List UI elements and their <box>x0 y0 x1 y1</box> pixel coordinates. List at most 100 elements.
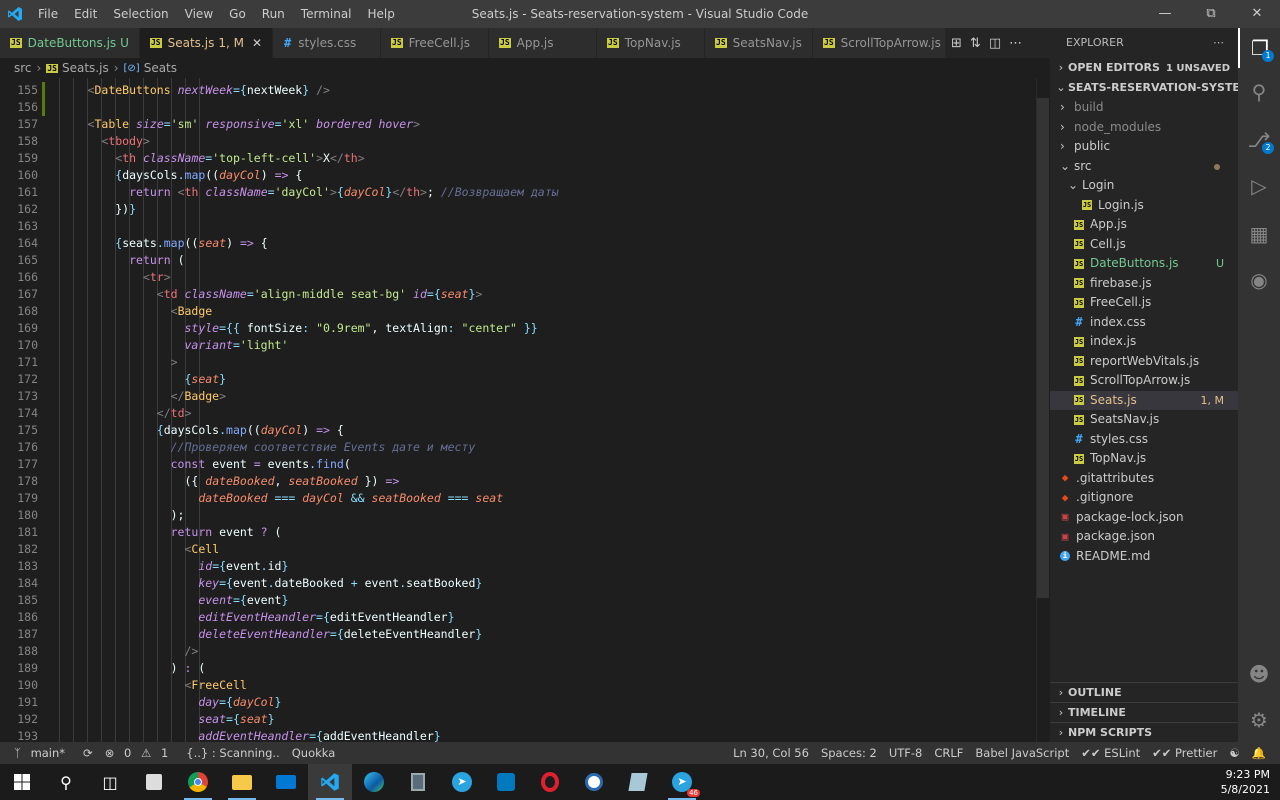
telegram-icon[interactable]: ➤ <box>440 764 484 800</box>
code-line[interactable]: 185 event={event} <box>0 592 1036 609</box>
tab-freecell-js[interactable]: JS FreeCell.js <box>381 28 490 58</box>
source-control-icon[interactable]: ⎇ 2 <box>1238 120 1280 160</box>
code-line[interactable]: 183 id={event.id} <box>0 558 1036 575</box>
opera-icon[interactable] <box>528 764 572 800</box>
code-line[interactable]: 174 </td> <box>0 405 1036 422</box>
explorer-item[interactable]: JS SeatsNav.js <box>1050 410 1238 430</box>
explorer-item[interactable]: JS DateButtons.js U <box>1050 254 1238 274</box>
code-line[interactable]: 189 ) : ( <box>0 660 1036 677</box>
explorer-item[interactable]: # index.css <box>1050 313 1238 333</box>
project-section[interactable]: ⌄ SEATS-RESERVATION-SYSTEM <box>1050 78 1251 98</box>
section-timeline[interactable]: › TIMELINE <box>1050 702 1238 722</box>
vscode-taskbar-icon[interactable] <box>308 764 352 800</box>
tab-datebuttons-js[interactable]: JS DateButtons.js U <box>0 28 140 58</box>
explorer-item[interactable]: › public <box>1050 137 1238 157</box>
branch-status[interactable]: ᛉ main* <box>14 746 71 760</box>
live-share-icon[interactable]: ☯ <box>1229 746 1239 760</box>
mail-icon[interactable] <box>264 764 308 800</box>
code-line[interactable]: 156 <box>0 99 1036 116</box>
code-line[interactable]: 190 <FreeCell <box>0 677 1036 694</box>
explorer-item[interactable]: ⌄ src <box>1050 157 1238 177</box>
explorer-item[interactable]: › build <box>1050 98 1238 118</box>
explorer-item[interactable]: › node_modules <box>1050 118 1238 138</box>
explorer-item[interactable]: JS Seats.js 1, M <box>1050 390 1238 410</box>
explorer-item[interactable]: JS TopNav.js <box>1050 449 1238 469</box>
menu-edit[interactable]: Edit <box>66 0 105 28</box>
search-icon[interactable]: ⚲ <box>44 764 88 800</box>
tab-app-js[interactable]: JS App.js <box>489 28 598 58</box>
code-line[interactable]: 155 <DateButtons nextWeek={nextWeek} /> <box>0 82 1036 99</box>
quokka-status[interactable]: Quokka <box>292 746 336 760</box>
windows-start-icon[interactable] <box>0 764 44 800</box>
code-line[interactable]: 161 return <th className='dayCol'>{dayCo… <box>0 184 1036 201</box>
code-line[interactable]: 160 {daysCols.map((dayCol) => { <box>0 167 1036 184</box>
section-npm-scripts[interactable]: › NPM SCRIPTS <box>1050 722 1238 742</box>
scrollbar-thumb[interactable] <box>1037 98 1049 598</box>
explorer-item[interactable]: ◆ .gitignore <box>1050 488 1238 508</box>
code-line[interactable]: 180 ); <box>0 507 1036 524</box>
code-line[interactable]: 188 /> <box>0 643 1036 660</box>
explorer-item[interactable]: ⌄ Login <box>1050 176 1238 196</box>
trello-icon[interactable] <box>484 764 528 800</box>
extensions-icon[interactable]: ▦ <box>1238 214 1280 254</box>
code-line[interactable]: 163 <box>0 218 1036 235</box>
telegram-desktop-icon[interactable]: ➤ 46 <box>660 764 704 800</box>
menu-help[interactable]: Help <box>360 0 403 28</box>
language-mode[interactable]: Babel JavaScript <box>975 746 1069 760</box>
code-line[interactable]: 182 <Cell <box>0 541 1036 558</box>
code-line[interactable]: 193 addEventHeandler={addEventHeandler} <box>0 728 1036 742</box>
explorer-item[interactable]: JS index.js <box>1050 332 1238 352</box>
code-line[interactable]: 167 <td className='align-middle seat-bg'… <box>0 286 1036 303</box>
code-line[interactable]: 166 <tr> <box>0 269 1036 286</box>
more-actions-icon[interactable]: ⋯ <box>1213 28 1224 58</box>
notifications-icon[interactable]: 🔔 <box>1252 746 1266 760</box>
explorer-item[interactable]: JS App.js <box>1050 215 1238 235</box>
edge-icon[interactable] <box>352 764 396 800</box>
explorer-item[interactable]: # styles.css <box>1050 430 1238 450</box>
calculator-icon[interactable] <box>396 764 440 800</box>
scanning-status[interactable]: {..} : Scanning.. <box>186 746 279 760</box>
search-icon[interactable]: ⚲ <box>1238 72 1280 112</box>
code-line[interactable]: 187 deleteEventHeandler={deleteEventHean… <box>0 626 1036 643</box>
breadcrumb-symbol[interactable]: Seats <box>144 61 177 75</box>
explorer-item[interactable]: ▣ package-lock.json <box>1050 508 1238 528</box>
code-line[interactable]: 162 })} <box>0 201 1036 218</box>
chrome-icon[interactable] <box>176 764 220 800</box>
calculator-app-icon[interactable] <box>132 764 176 800</box>
file-explorer-icon[interactable] <box>220 764 264 800</box>
code-line[interactable]: 178 ({ dateBooked, seatBooked }) => <box>0 473 1036 490</box>
tab-styles-css[interactable]: # styles.css <box>273 28 382 58</box>
explorer-item[interactable]: JS Login.js <box>1050 196 1238 216</box>
open-editors-section[interactable]: › OPEN EDITORS 1 UNSAVED <box>1050 58 1238 78</box>
task-view-icon[interactable]: ◫ <box>88 764 132 800</box>
code-line[interactable]: 186 editEventHeandler={editEventHeandler… <box>0 609 1036 626</box>
problems-status[interactable]: ⊗ 0 ⚠ 1 <box>105 746 175 760</box>
code-line[interactable]: 164 {seats.map((seat) => { <box>0 235 1036 252</box>
open-preview-icon[interactable]: ⊞ <box>951 36 962 51</box>
code-line[interactable]: 177 const event = events.find( <box>0 456 1036 473</box>
explorer-item[interactable]: i README.md <box>1050 547 1238 567</box>
code-line[interactable]: 181 return event ? ( <box>0 524 1036 541</box>
code-line[interactable]: 175 {daysCols.map((dayCol) => { <box>0 422 1036 439</box>
tab-seatsnav-js[interactable]: JS SeatsNav.js <box>705 28 814 58</box>
code-line[interactable]: 172 {seat} <box>0 371 1036 388</box>
explorer-item[interactable]: ▣ package.json <box>1050 527 1238 547</box>
editor-scrollbar[interactable] <box>1036 78 1050 742</box>
menu-terminal[interactable]: Terminal <box>293 0 360 28</box>
cursor-position[interactable]: Ln 30, Col 56 <box>733 746 809 760</box>
code-editor[interactable]: 155 <DateButtons nextWeek={nextWeek} /> 1… <box>0 78 1050 742</box>
explorer-item[interactable]: JS firebase.js <box>1050 274 1238 294</box>
tab-scrolltoparrow-js[interactable]: JS ScrollTopArrow.js <box>813 28 952 58</box>
system-clock[interactable]: 9:23 PM 5/8/2021 <box>1221 764 1270 800</box>
explorer-icon[interactable]: ❐ 1 <box>1238 28 1280 68</box>
code-line[interactable]: 157 <Table size='sm' responsive='xl' bor… <box>0 116 1036 133</box>
code-line[interactable]: 176 //Проверяем соответствие Events дате… <box>0 439 1036 456</box>
explorer-item[interactable]: ◆ .gitattributes <box>1050 469 1238 489</box>
code-line[interactable]: 171 > <box>0 354 1036 371</box>
menu-selection[interactable]: Selection <box>105 0 176 28</box>
vscode-logo-icon[interactable] <box>0 0 30 28</box>
menu-view[interactable]: View <box>177 0 221 28</box>
prettier-status[interactable]: ✔✔ Prettier <box>1152 746 1217 760</box>
indentation[interactable]: Spaces: 2 <box>821 746 877 760</box>
explorer-item[interactable]: JS ScrollTopArrow.js <box>1050 371 1238 391</box>
